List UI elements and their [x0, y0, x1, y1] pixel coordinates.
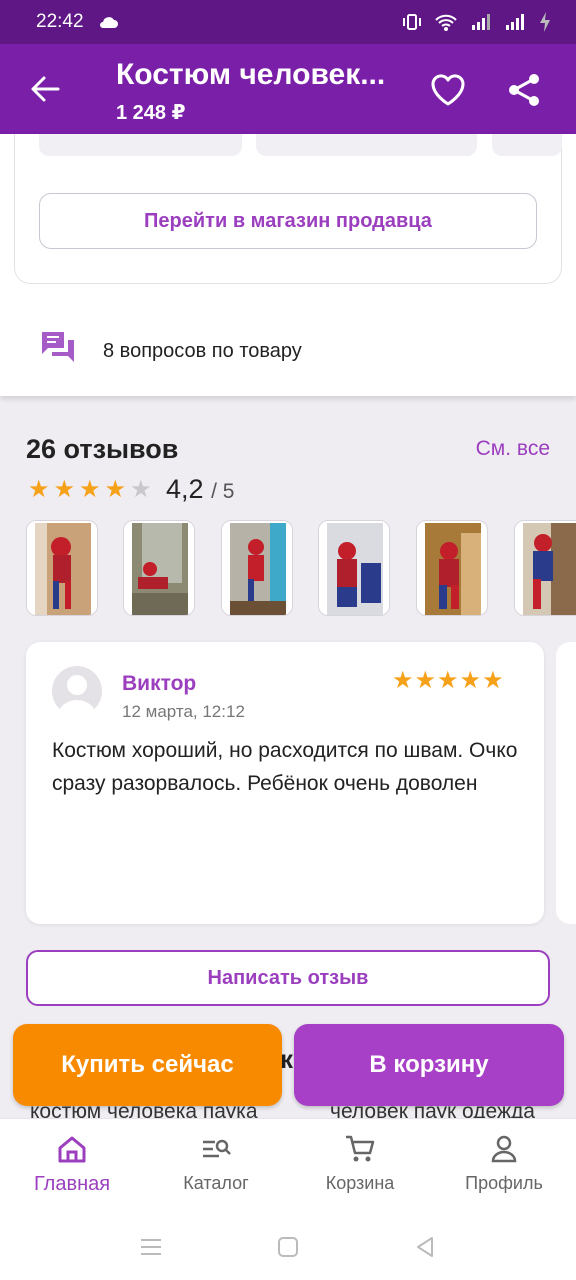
star-filled-icon: ★ — [79, 476, 101, 503]
app-bar: Костюм человек... 1 248 ₽ — [0, 44, 576, 134]
questions-chat-icon — [42, 332, 74, 362]
favorite-heart-icon[interactable] — [428, 70, 468, 110]
home-icon — [58, 1136, 86, 1163]
nav-profile[interactable]: Профиль — [444, 1133, 564, 1194]
user-silhouette-icon — [58, 675, 96, 716]
see-all-reviews-link[interactable]: См. все — [476, 437, 550, 461]
info-chip — [492, 134, 562, 156]
reviews-count-title: 26 отзывов — [26, 434, 179, 464]
star-filled-icon: ★ — [28, 476, 50, 503]
catalog-search-icon — [203, 1139, 231, 1158]
profile-icon — [491, 1135, 517, 1163]
nav-home[interactable]: Главная — [12, 1133, 132, 1196]
rating-number: 4,2 — [166, 474, 204, 504]
signal-icon — [472, 14, 490, 30]
nav-cart-label: Корзина — [325, 1173, 395, 1193]
signal-icon-2 — [506, 14, 524, 30]
nav-catalog[interactable]: Каталог — [156, 1133, 276, 1194]
status-bar: 22:42 — [0, 0, 576, 44]
system-navigation-bar — [0, 1214, 576, 1280]
review-photo-image — [425, 523, 481, 615]
review-photo-image — [327, 523, 383, 615]
nav-catalog-label: Каталог — [183, 1173, 249, 1193]
review-text: Костюм хороший, но расходится по швам. О… — [52, 739, 518, 795]
review-date: 12 марта, 12:12 — [122, 702, 245, 721]
go-to-seller-shop-button[interactable]: Перейти в магазин продавца — [39, 193, 537, 249]
review-photo-thumbnail[interactable] — [221, 520, 293, 616]
product-price: 1 248 ₽ — [116, 102, 186, 124]
home-square-icon[interactable] — [275, 1234, 301, 1260]
vibrate-icon — [403, 14, 421, 30]
reviewer-name: Виктор — [122, 672, 197, 695]
rating-stars: ★ ★ ★ ★ ★ — [28, 475, 152, 504]
star-empty-icon: ★ — [130, 476, 152, 503]
wifi-icon — [435, 14, 457, 31]
status-time: 22:42 — [36, 11, 84, 32]
review-photo-thumbnail[interactable] — [318, 520, 390, 616]
share-icon[interactable] — [504, 70, 544, 110]
review-stars: ★★★★★ — [392, 667, 505, 694]
write-review-button[interactable]: Написать отзыв — [26, 950, 550, 1006]
review-photo-thumbnail[interactable] — [26, 520, 98, 616]
product-title: Костюм человек... — [116, 58, 386, 91]
nav-home-label: Главная — [33, 1173, 111, 1195]
review-photo-image — [132, 523, 188, 615]
questions-link[interactable]: 8 вопросов по товару — [40, 330, 302, 366]
add-to-cart-button[interactable]: В корзину — [294, 1024, 564, 1106]
next-review-card[interactable] — [556, 642, 576, 924]
info-chip — [39, 134, 242, 156]
cloud-icon — [99, 17, 118, 28]
rating-scale: / 5 — [211, 480, 235, 503]
review-photo-image — [230, 523, 286, 615]
questions-label: 8 вопросов по товару — [103, 340, 302, 362]
rating-value: 4,2 / 5 — [166, 474, 234, 505]
nav-profile-label: Профиль — [465, 1173, 543, 1193]
review-photo-thumbnail[interactable] — [514, 520, 576, 616]
menu-lines-icon[interactable] — [138, 1234, 164, 1260]
back-arrow-icon[interactable] — [26, 70, 64, 108]
info-chip — [256, 134, 477, 156]
cart-icon — [346, 1135, 375, 1162]
review-photo-thumbnail[interactable] — [416, 520, 488, 616]
review-photo-image — [35, 523, 91, 615]
star-filled-icon: ★ — [104, 476, 127, 503]
nav-cart[interactable]: Корзина — [300, 1133, 420, 1194]
buy-now-button[interactable]: Купить сейчас — [13, 1024, 282, 1106]
review-card[interactable]: Виктор 12 марта, 12:12 ★★★★★ Костюм хоро… — [26, 642, 544, 924]
bottom-navigation: Главная Каталог Корзина Профиль — [0, 1118, 576, 1214]
star-filled-icon: ★ — [53, 476, 76, 503]
review-photo-thumbnail[interactable] — [123, 520, 195, 616]
battery-charging-icon — [540, 12, 550, 32]
review-photo-image — [523, 523, 576, 615]
reviewer-avatar — [52, 666, 102, 716]
back-triangle-icon[interactable] — [412, 1234, 438, 1260]
